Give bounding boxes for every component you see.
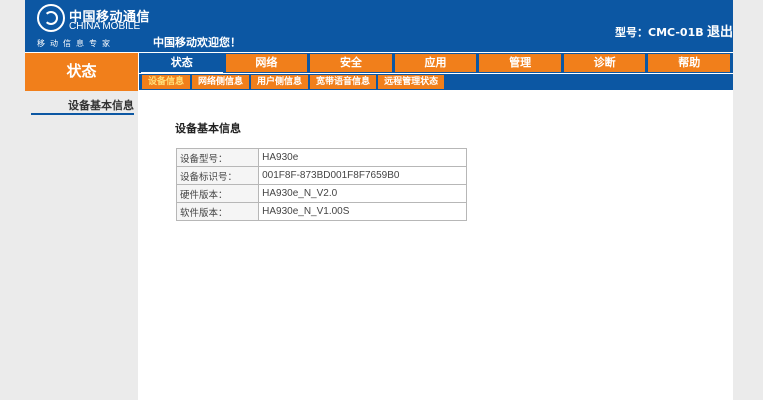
table-row: 软件版本： HA930e_N_V1.00S xyxy=(177,203,466,220)
brand-slogan: 移动信息专家 xyxy=(37,39,115,48)
subtab-network-side-info[interactable]: 网络侧信息 xyxy=(192,75,250,89)
info-value: HA930e_N_V2.0 xyxy=(259,185,466,202)
subtab-remote-management-status[interactable]: 远程管理状态 xyxy=(378,75,445,89)
header-bar: 中国移动通信 CHINA MOBILE 移动信息专家 中国移动欢迎您！ 型号：C… xyxy=(25,0,733,52)
tab-diagnostics[interactable]: 诊断 xyxy=(563,54,646,72)
brand-name-en: CHINA MOBILE xyxy=(69,21,141,32)
sidebar: 设备基本信息 xyxy=(25,91,138,400)
info-key: 设备标识号： xyxy=(177,167,259,184)
info-value: HA930e_N_V1.00S xyxy=(259,203,466,220)
device-model-label: 型号：CMC-01B xyxy=(615,26,704,39)
table-row: 设备标识号： 001F8F-873BD001F8F7659B0 xyxy=(177,167,466,184)
subtab-device-info[interactable]: 设备信息 xyxy=(142,75,191,89)
tab-application[interactable]: 应用 xyxy=(394,54,477,72)
china-mobile-logo: 中国移动通信 CHINA MOBILE 移动信息专家 xyxy=(27,2,150,48)
main-nav: 状态 网络 安全 应用 管理 诊断 帮助 xyxy=(139,53,733,73)
page-title: 设备基本信息 xyxy=(175,122,241,135)
table-row: 设备型号： HA930e xyxy=(177,149,466,166)
welcome-text: 中国移动欢迎您！ xyxy=(153,36,241,49)
info-key: 软件版本： xyxy=(177,203,259,220)
info-key: 设备型号： xyxy=(177,149,259,166)
subtab-user-side-info[interactable]: 用户侧信息 xyxy=(251,75,309,89)
tab-management[interactable]: 管理 xyxy=(479,54,561,72)
logout-button[interactable]: 退出 xyxy=(707,21,733,40)
current-section-label: 状态 xyxy=(25,53,138,89)
tab-help[interactable]: 帮助 xyxy=(648,54,731,72)
right-margin xyxy=(733,0,763,400)
sidebar-item-device-basic-info[interactable]: 设备基本信息 xyxy=(31,97,134,115)
subtab-broadband-voice-info[interactable]: 宽带语音信息 xyxy=(310,75,377,89)
info-value: 001F8F-873BD001F8F7659B0 xyxy=(259,167,466,184)
tab-security[interactable]: 安全 xyxy=(310,54,392,72)
page: 中国移动通信 CHINA MOBILE 移动信息专家 中国移动欢迎您！ 型号：C… xyxy=(25,0,733,400)
china-mobile-logo-icon xyxy=(37,4,65,32)
table-row: 硬件版本： HA930e_N_V2.0 xyxy=(177,185,466,202)
device-info-table: 设备型号： HA930e 设备标识号： 001F8F-873BD001F8F76… xyxy=(176,148,467,221)
tab-network[interactable]: 网络 xyxy=(225,54,308,72)
sub-nav: 设备信息 网络侧信息 用户侧信息 宽带语音信息 远程管理状态 xyxy=(139,74,733,90)
tab-status[interactable]: 状态 xyxy=(141,54,223,73)
info-key: 硬件版本： xyxy=(177,185,259,202)
info-value: HA930e xyxy=(259,149,466,166)
